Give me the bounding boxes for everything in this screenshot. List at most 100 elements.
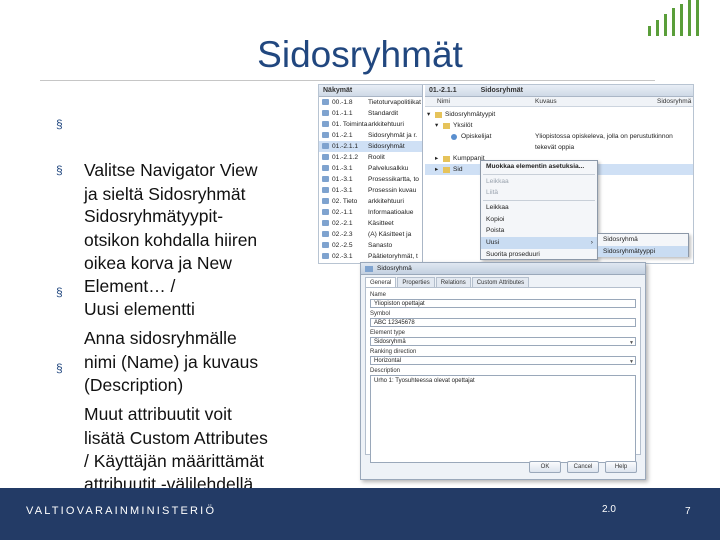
new-element-dialog: Sidosryhmä General Properties Relations Cus… [360,262,646,480]
navigator-item[interactable]: 02.-1.1 Informaatioalue [319,207,422,218]
tab-properties[interactable]: Properties [397,277,435,287]
tree-row[interactable]: Opiskelijat Yliopistossa opiskeleva, jol… [425,131,693,142]
tree-item-label: Sid [453,166,463,173]
navigator-item[interactable]: 01. Toimintaarkkitehtuuri [319,119,422,130]
footer: VALTIOVARAINMINISTERIÖ 2.0 7 [0,488,720,540]
view-icon [322,242,329,248]
navigator-item[interactable]: 01.-2.1 Sidosryhmät ja r. [319,130,422,141]
element-type-select[interactable]: Sidosryhmä ▼ [370,337,636,346]
navigator-item[interactable]: 01.-3.1 Prosessikartta, to [319,174,422,185]
bullet-item: § Valitse Navigator View ja sieltä Sidos… [56,113,306,204]
navigator-item-code: 01.-3.1 [332,176,353,183]
navigator-item[interactable]: 02.-2.5 Sanasto [319,240,422,251]
tab-custom-attributes[interactable]: Custom Attributes [471,277,530,287]
bullet-item: § Anna sidosryhmälle nimi (Name) ja kuva… [56,281,306,395]
navigator-item-label: Palvelusalkku [368,165,409,172]
symbol-field[interactable]: ABC 12345678 [370,318,636,327]
navigator-item-label: Tietoturvapolitiikat [368,99,421,106]
help-button[interactable]: Help [605,461,637,473]
menu-item-edit-settings[interactable]: Muokkaa elementin asetuksia... [481,161,597,173]
column-header-description[interactable]: Kuvaus [535,97,557,107]
expand-icon[interactable]: ▸ [435,153,438,164]
navigator-item[interactable]: 02. Tieto arkkitehtuuri [319,196,422,207]
view-icon [322,231,329,237]
navigator-item[interactable]: 02.-2.1 Käsitteet [319,218,422,229]
dialog-tabs: General Properties Relations Custom Attribu… [365,277,641,287]
navigator-item[interactable]: 02.-3.1 Päätietoryhmät, t [319,251,422,262]
navigator-panel: Näkymät 00.-1.8 Tietoturvapolitiikat 01.-… [319,85,423,263]
navigator-item[interactable]: 01.-2.1.2 Roolit [319,152,422,163]
navigator-item-code: 01. Toiminta [332,121,368,128]
ministry-logo: VALTIOVARAINMINISTERIÖ [26,505,217,517]
navigator-item-code: 01.-2.1 [332,132,353,139]
submenu-item-stakeholder[interactable]: Sidosryhmä [598,234,688,246]
submenu-item-stakeholder-type[interactable]: Sidosryhmätyyppi [598,245,688,258]
view-icon [322,132,329,138]
cancel-button[interactable]: Cancel [567,461,599,473]
bullet-marker: § [56,163,63,177]
tab-relations[interactable]: Relations [435,277,471,287]
tree-item-description: tekevät oppia [535,144,575,151]
tree-header-code: 01.-2.1.1 [429,87,457,94]
navigator-item-label: Käsitteet [368,220,394,227]
dialog-buttons: OK Cancel Help [523,461,637,473]
name-field[interactable]: Yliopiston opettajat [370,299,636,308]
collapse-icon[interactable]: ▾ [427,109,430,120]
navigator-item-label: Sidosryhmät [368,143,405,150]
menu-item-cut[interactable]: Leikkaa [481,202,597,214]
navigator-item-label: Prosessikartta, to [368,176,419,183]
dialog-icon [365,266,373,272]
tab-general[interactable]: General [365,277,397,287]
ranking-label: Ranking direction [370,349,417,355]
menu-item-cut-disabled: Leikkaa [486,177,509,185]
navigator-item-label: Sanasto [368,242,393,249]
collapse-icon[interactable]: ▾ [435,120,438,131]
name-label: Name [370,292,387,298]
navigator-item-label: Päätietoryhmät, t [368,253,418,260]
view-icon [322,165,329,171]
description-label: Description [370,368,401,374]
navigator-item-label: (A) Käsitteet ja [368,231,412,238]
navigator-item-selected[interactable]: 01.-2.1.1 Sidosryhmät [319,141,422,152]
column-header-name[interactable]: Nimi [437,97,450,107]
navigator-item-code: 02.-1.1 [332,209,353,216]
submenu-arrow-icon: › [590,239,593,247]
navigator-item[interactable]: 01.-1.1 Standardit [319,108,422,119]
person-icon [451,134,457,140]
menu-item-run-procedure[interactable]: Suorita proseduuri [481,249,597,261]
element-type-value: Sidosryhmä [374,339,406,345]
navigator-item[interactable]: 02.-2.3 (A) Käsitteet ja [319,229,422,240]
column-header-extra[interactable]: Sidosryhmä [657,97,691,107]
folder-icon [435,112,442,118]
ok-button[interactable]: OK [529,461,561,473]
view-icon [322,99,329,105]
navigator-item-code: 00.-1.8 [332,99,353,106]
navigator-item-code: 01.-3.1 [332,187,353,194]
tree-row[interactable]: ▾ Yksilöt [425,120,693,131]
navigator-item-code: 02.-2.5 [332,242,353,249]
navigator-header: Näkymät [319,85,422,97]
version-label: 2.0 [602,504,616,515]
navigator-item-label: arkkitehtuuri [368,121,404,128]
bullet-marker: § [56,117,63,131]
new-submenu: Sidosryhmä Sidosryhmätyyppi [597,233,689,258]
folder-icon [443,167,450,173]
description-field[interactable]: Urho 1: Tyosuhteessa olevat opettajat [370,375,636,463]
navigator-item[interactable]: 01.-3.1 Prosessin kuvau [319,185,422,196]
navigator-item[interactable]: 00.-1.8 Tietoturvapolitiikat [319,97,422,108]
ranking-select[interactable]: Horizontal ▼ [370,356,636,365]
bullet-marker: § [56,361,63,375]
dialog-body: Name Yliopiston opettajat Symbol ABC 123… [365,287,641,463]
menu-item-delete[interactable]: Poista [481,225,597,237]
navigator-item[interactable]: 01.-3.1 Palvelusalkku [319,163,422,174]
menu-item-new[interactable]: Uusi › [481,237,597,249]
tree-header-title: Sidosryhmät [480,87,523,94]
tree-row[interactable]: ▾ Sidosryhmätyypit [425,109,693,120]
menu-item-copy[interactable]: Kopioi [481,214,597,226]
navigator-item-label: Informaatioalue [368,209,414,216]
navigator-item-code: 01.-3.1 [332,165,353,172]
expand-icon[interactable]: ▸ [435,164,438,175]
slide-title: Sidosryhmät [257,34,463,75]
context-menu: Muokkaa elementin asetuksia... Leikkaa L… [480,160,598,260]
bullet-text: Muut attribuutit voit lisätä Custom Attr… [84,404,268,495]
